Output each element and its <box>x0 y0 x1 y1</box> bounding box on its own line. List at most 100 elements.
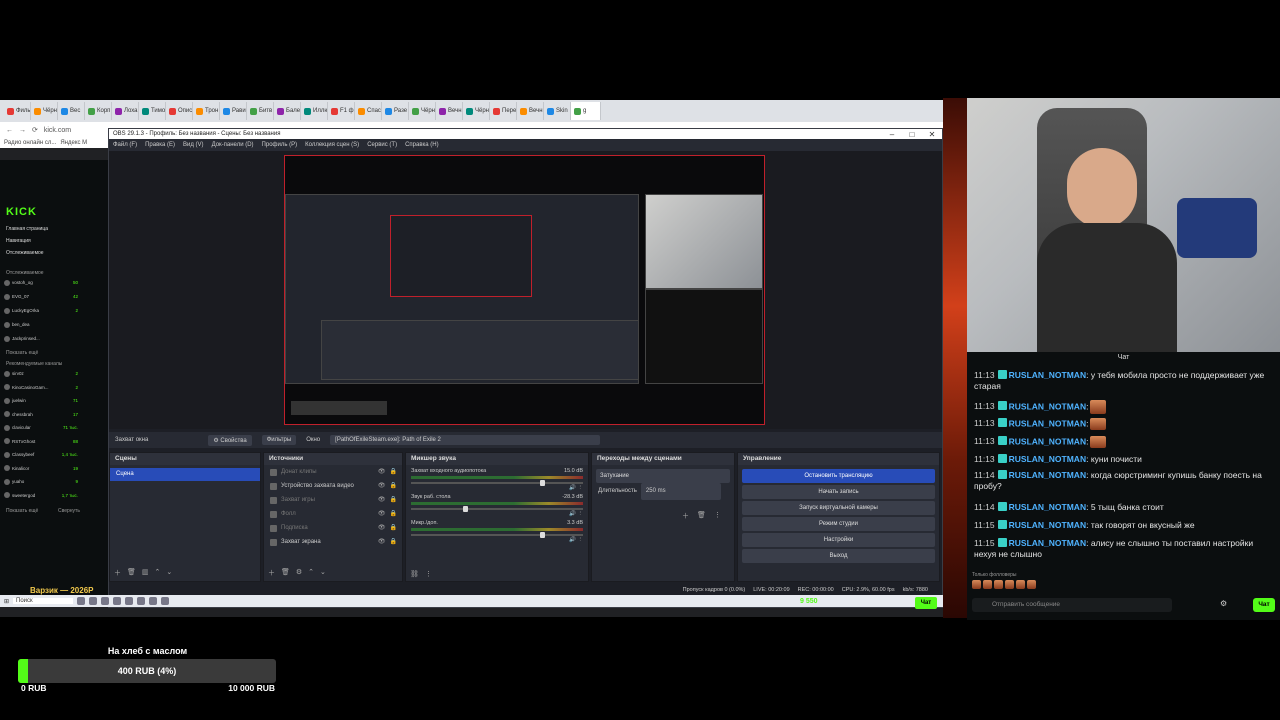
menu-item[interactable]: Профиль (P) <box>262 142 298 148</box>
control-button[interactable]: Остановить трансляцию <box>742 469 935 483</box>
message-username[interactable]: RUSLAN_NOTMAN <box>1009 502 1086 512</box>
recommended-channel[interactable]: clavicular 71 тыс. <box>4 423 78 432</box>
nav-following[interactable]: Отслеживаемое <box>6 250 44 256</box>
volume-slider[interactable] <box>411 506 583 512</box>
trash-icon[interactable]: 🗑 <box>281 568 290 578</box>
emote-icon[interactable] <box>983 580 992 589</box>
gear-icon[interactable]: ⚙ <box>296 568 302 578</box>
browser-tab[interactable]: Пере <box>490 102 517 120</box>
lock-icon[interactable]: 🔒 <box>390 536 397 549</box>
up-icon[interactable]: ⌃ <box>155 568 161 578</box>
preview-canvas[interactable] <box>284 155 765 425</box>
lock-icon[interactable]: 🔒 <box>390 466 397 479</box>
recommended-channel[interactable]: yuaho 9 <box>4 477 78 486</box>
browser-tab[interactable]: Опис <box>166 102 193 120</box>
visibility-eye-icon[interactable]: 👁 <box>378 508 386 521</box>
menu-icon[interactable]: ⋮ <box>578 537 584 543</box>
visibility-eye-icon[interactable]: 👁 <box>378 536 386 549</box>
menu-item[interactable]: Правка (E) <box>145 142 175 148</box>
slider-handle[interactable] <box>540 532 545 538</box>
source-item[interactable]: Донат клипы 👁 🔒 <box>264 466 402 479</box>
add-icon[interactable]: ＋ <box>682 511 689 521</box>
lock-icon[interactable]: 🔒 <box>390 508 397 521</box>
app-icon[interactable] <box>77 597 86 605</box>
recommended-channel[interactable]: sweetergod 1,7 тыс. <box>4 491 78 500</box>
browser-tab[interactable]: Трон <box>193 102 220 120</box>
obs-preview[interactable] <box>109 151 942 429</box>
start-icon[interactable]: ⊞ <box>4 598 9 605</box>
browser-tab[interactable]: Битв <box>247 102 274 120</box>
browser-tab[interactable]: Skin <box>544 102 571 120</box>
chat-toggle-button[interactable]: Чат <box>915 597 937 609</box>
message-username[interactable]: RUSLAN_NOTMAN <box>1009 454 1086 464</box>
recommended-channel[interactable]: chessbrah 17 <box>4 410 78 419</box>
recommended-channel[interactable]: KinoCasinoGam... 2 <box>4 383 78 392</box>
browser-tab[interactable]: Рави <box>220 102 247 120</box>
link-icon[interactable]: ⛓ <box>410 570 419 578</box>
message-username[interactable]: RUSLAN_NOTMAN <box>1009 538 1086 548</box>
reload-icon[interactable]: ⟳ <box>32 126 38 134</box>
message-username[interactable]: RUSLAN_NOTMAN <box>1009 470 1086 480</box>
bookmark-item[interactable]: Радио онлайн сл... <box>4 140 56 146</box>
app-icon[interactable] <box>101 597 110 605</box>
speaker-icon[interactable]: 🔊 <box>569 511 577 517</box>
message-username[interactable]: RUSLAN_NOTMAN <box>1009 401 1086 411</box>
trash-icon[interactable]: 🗑 <box>697 511 706 521</box>
speaker-icon[interactable]: 🔊 <box>569 537 577 543</box>
menu-item[interactable]: Вид (V) <box>183 142 204 148</box>
message-username[interactable]: RUSLAN_NOTMAN <box>1009 520 1086 530</box>
recommended-channel[interactable]: juelwin 71 <box>4 396 78 405</box>
browser-tab[interactable]: Чёрн <box>463 102 490 120</box>
browser-tab[interactable]: Разе <box>382 102 409 120</box>
maximize-icon[interactable]: □ <box>902 130 922 139</box>
recommended-channel[interactable]: Classybeef 1,4 тыс. <box>4 450 78 459</box>
chat-input[interactable]: Отправить сообщение <box>972 598 1172 612</box>
menu-icon[interactable]: ⋮ <box>425 570 432 578</box>
add-icon[interactable]: ＋ <box>114 568 121 578</box>
bookmark-item[interactable]: Яндекс М <box>60 140 87 146</box>
message-username[interactable]: RUSLAN_NOTMAN <box>1009 418 1086 428</box>
taskbar-search[interactable]: Поиск <box>13 598 74 604</box>
show-more[interactable]: Показать ещё <box>6 508 38 514</box>
app-icon[interactable] <box>89 597 98 605</box>
browser-tab[interactable]: Фильмы <box>4 102 31 120</box>
nav-browse[interactable]: Навигация <box>6 238 31 244</box>
collapse-link[interactable]: Свернуть <box>58 508 80 514</box>
followed-channel[interactable]: EVG_07 42 <box>4 292 78 301</box>
app-icon[interactable] <box>125 597 134 605</box>
lock-icon[interactable]: 🔒 <box>390 480 397 493</box>
menu-icon[interactable]: ⋮ <box>714 511 721 521</box>
window-select[interactable]: [PathOfExileSteam.exe]: Path of Exile 2 <box>330 435 601 445</box>
volume-slider[interactable] <box>411 532 583 538</box>
recommended-channel[interactable]: sirv0z 2 <box>4 369 78 378</box>
back-icon[interactable]: ← <box>6 127 13 134</box>
minimize-icon[interactable]: – <box>882 130 902 139</box>
menu-icon[interactable]: ⋮ <box>578 485 584 491</box>
control-button[interactable]: Запуск виртуальной камеры <box>742 501 935 515</box>
emote-icon[interactable] <box>1016 580 1025 589</box>
source-item[interactable]: Захват экрана 👁 🔒 <box>264 536 402 549</box>
browser-tab[interactable]: Бале <box>274 102 301 120</box>
settings-icon[interactable]: ⚙ <box>1220 599 1227 608</box>
followed-channel[interactable]: vostoh_og 50 <box>4 278 78 287</box>
browser-tab[interactable]: Вечн <box>517 102 544 120</box>
menu-item[interactable]: Справка (H) <box>405 142 439 148</box>
emote-icon[interactable] <box>1005 580 1014 589</box>
nav-home[interactable]: Главная страница <box>6 226 48 232</box>
show-more[interactable]: Показать ещё <box>6 350 38 356</box>
message-username[interactable]: RUSLAN_NOTMAN <box>1009 436 1086 446</box>
visibility-eye-icon[interactable]: 👁 <box>378 466 386 479</box>
menu-item[interactable]: Коллекция сцен (S) <box>305 142 359 148</box>
up-icon[interactable]: ⌃ <box>308 568 314 578</box>
source-item[interactable]: Устройство захвата видео 👁 🔒 <box>264 480 402 493</box>
slider-handle[interactable] <box>540 480 545 486</box>
down-icon[interactable]: ⌄ <box>320 568 326 578</box>
transition-select[interactable]: Затухание <box>596 469 730 483</box>
lock-icon[interactable]: 🔒 <box>390 522 397 535</box>
scene-item[interactable]: Сцена <box>110 468 260 481</box>
browser-tab[interactable]: Корп <box>85 102 112 120</box>
menu-item[interactable]: Док-панели (D) <box>212 142 254 148</box>
visibility-eye-icon[interactable]: 👁 <box>378 494 386 507</box>
source-item[interactable]: Фолл 👁 🔒 <box>264 508 402 521</box>
app-icon[interactable] <box>161 597 170 605</box>
